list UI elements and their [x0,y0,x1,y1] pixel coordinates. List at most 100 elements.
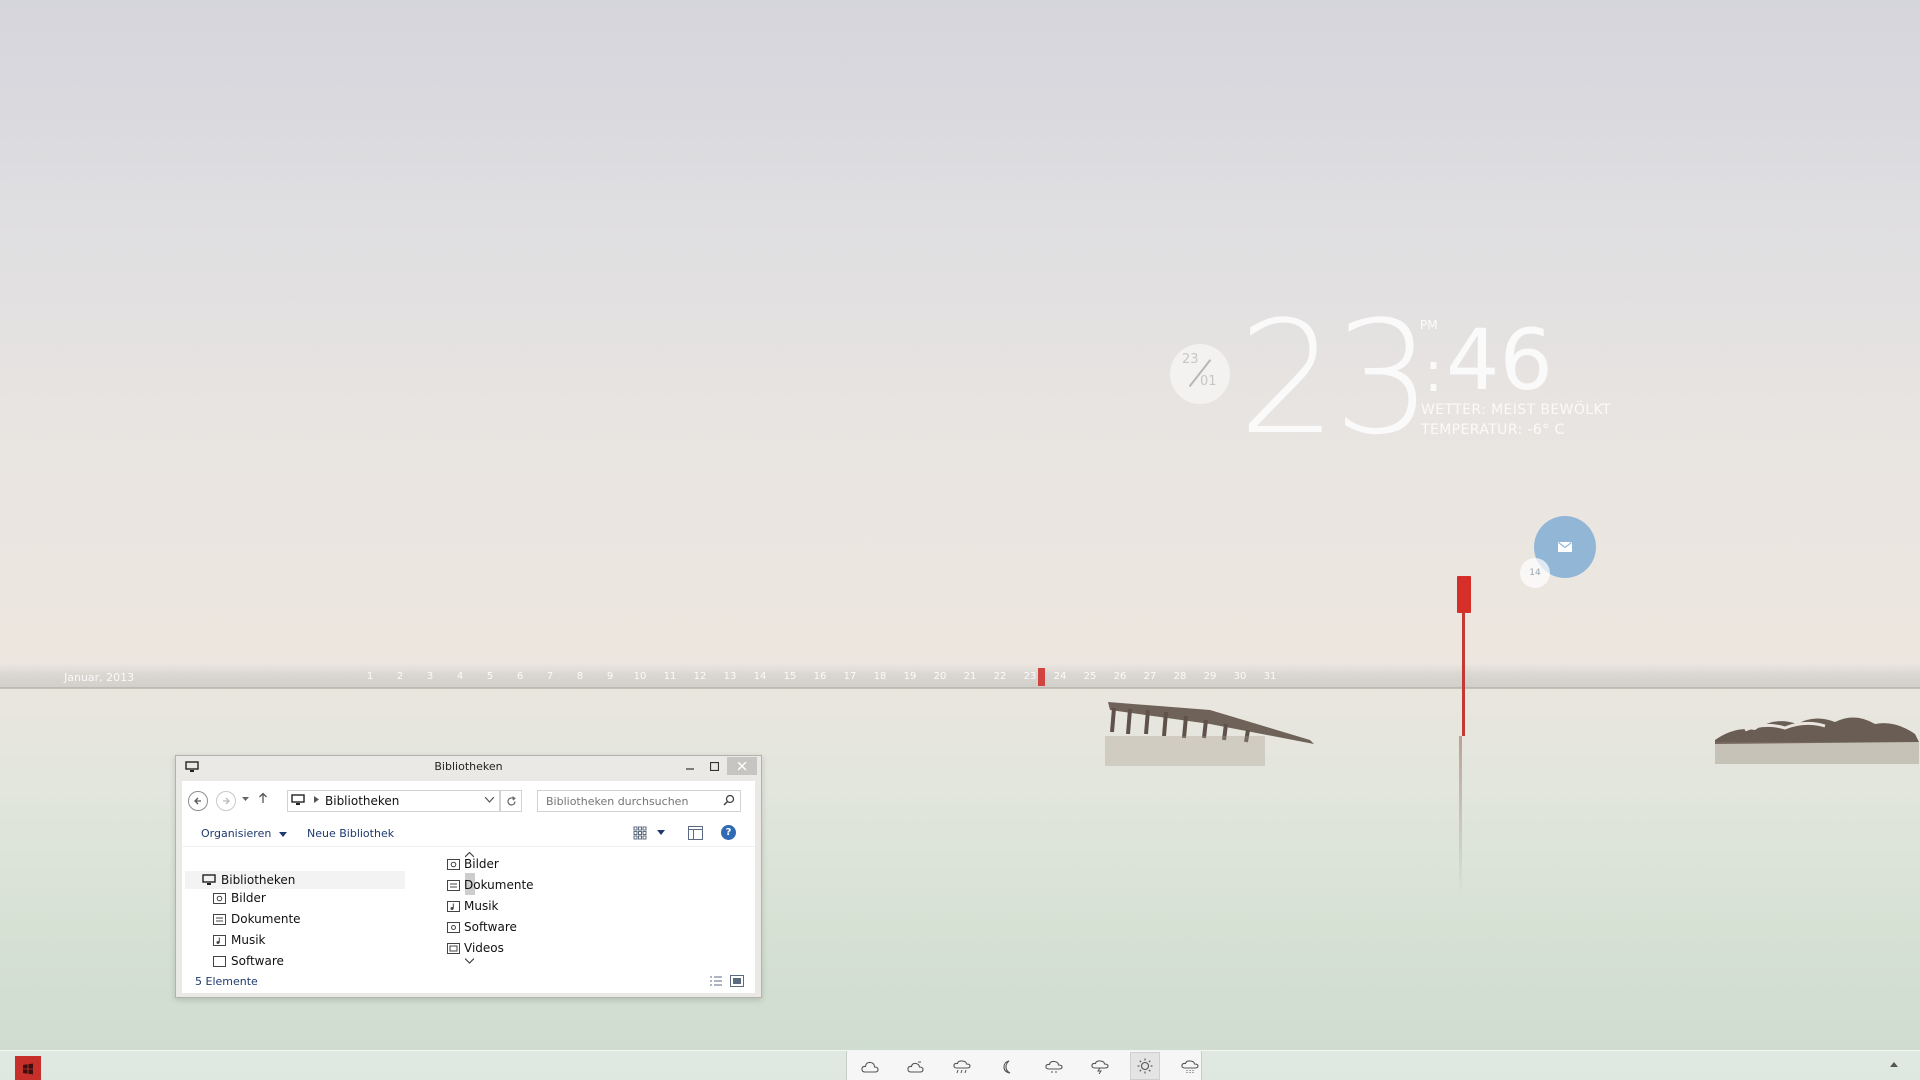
address-dropdown-icon[interactable] [484,796,495,806]
tree-item-music[interactable]: Musik [213,931,266,949]
calendar-day[interactable]: 29 [1195,671,1225,682]
tree-item-libraries[interactable]: Bibliotheken [185,871,405,889]
show-hidden-icons-button[interactable] [1890,1060,1898,1070]
explorer-window[interactable]: Bibliotheken Bibliotheken Bibliotheken d… [175,755,762,998]
file-name: Videos [464,941,504,955]
videos-library-icon [447,943,460,954]
weather-button[interactable] [901,1057,931,1077]
calendar-day[interactable]: 12 [685,671,715,682]
date-day: 23 [1182,352,1199,367]
calendar-day[interactable]: 3 [415,671,445,682]
weather-button[interactable] [1085,1057,1115,1077]
tree-item-pictures[interactable]: Bilder [213,889,266,907]
date-circle: 23 01 [1170,344,1230,404]
view-options-icon[interactable] [633,826,647,840]
weather-button[interactable] [1175,1057,1205,1077]
rocks-image [1715,717,1919,764]
search-input[interactable] [537,790,741,812]
calendar-day[interactable]: 8 [565,671,595,682]
calendar-day[interactable]: 25 [1075,671,1105,682]
red-buoy-flag [1457,576,1471,613]
calendar-day[interactable]: 24 [1045,671,1075,682]
calendar-day[interactable]: 6 [505,671,535,682]
window-title: Bibliotheken [434,760,503,773]
close-button[interactable] [727,757,757,775]
tree-item-label: Musik [231,933,266,947]
calendar-day[interactable]: 4 [445,671,475,682]
calendar-day[interactable]: 16 [805,671,835,682]
calendar-day[interactable]: 5 [475,671,505,682]
start-button[interactable] [15,1056,41,1080]
mail-icon [1558,542,1572,552]
mail-count-badge: 14 [1520,558,1550,588]
calendar-day[interactable]: 2 [385,671,415,682]
back-button[interactable] [188,791,208,811]
calendar-day[interactable]: 9 [595,671,625,682]
date-month: 01 [1200,374,1217,389]
calendar-day[interactable]: 14 [745,671,775,682]
calendar-day[interactable]: 28 [1165,671,1195,682]
calendar-day[interactable]: 20 [925,671,955,682]
weather-button[interactable] [947,1057,977,1077]
maximize-button[interactable] [702,757,726,775]
scroll-down-icon[interactable] [464,957,475,967]
calendar-day[interactable]: 1 [355,671,385,682]
calendar-day[interactable]: 19 [895,671,925,682]
command-bar: Organisieren Neue Bibliothek ? [182,819,755,847]
calendar-day[interactable]: 31 [1255,671,1285,682]
calendar-day[interactable]: 23 [1015,671,1045,682]
clock-colon: : [1424,340,1443,405]
calendar-day[interactable]: 26 [1105,671,1135,682]
calendar-day[interactable]: 30 [1225,671,1255,682]
clock-minute: 46 [1446,311,1553,409]
details-view-icon[interactable] [709,975,723,987]
calendar-day[interactable]: 15 [775,671,805,682]
organize-button[interactable]: Organisieren [201,827,287,840]
tree-item-label: Bibliotheken [221,873,296,887]
list-item[interactable]: Dokumente [447,876,567,894]
tree-item-software[interactable]: Software [213,952,284,970]
chevron-down-icon [278,832,287,837]
help-button[interactable]: ? [721,825,736,840]
new-library-button[interactable]: Neue Bibliothek [307,827,394,840]
recent-locations-button[interactable] [242,795,249,804]
file-name: Software [464,920,517,934]
weather-button[interactable] [855,1057,885,1077]
rain-icon [953,1060,971,1074]
minimize-button[interactable] [678,757,702,775]
horizon-line [0,688,1920,689]
list-item[interactable]: Bilder [447,855,567,873]
calendar-day[interactable]: 22 [985,671,1015,682]
preview-pane-icon[interactable] [688,826,703,840]
view-dropdown-icon[interactable] [657,828,665,837]
arrow-right-icon [223,797,230,805]
red-buoy-pole [1462,612,1465,736]
weather-button-active[interactable] [1130,1052,1160,1080]
weather-button[interactable] [993,1057,1023,1077]
snow-icon [1181,1060,1199,1073]
large-icons-view-icon[interactable] [730,975,744,987]
music-library-icon [213,935,226,946]
search-icon[interactable] [723,794,735,806]
navigation-tree: Bibliotheken Bilder Dokumente Musik Soft… [182,851,422,970]
forward-button[interactable] [216,791,236,811]
weather-condition: WETTER: MEIST BEWÖLKT [1421,402,1611,418]
calendar-day[interactable]: 11 [655,671,685,682]
calendar-day[interactable]: 27 [1135,671,1165,682]
refresh-button[interactable] [500,790,522,812]
weather-button[interactable] [1039,1057,1069,1077]
up-button[interactable] [258,792,268,808]
chevron-up-icon [1890,1062,1898,1067]
list-item[interactable]: Musik [447,897,567,915]
calendar-day[interactable]: 7 [535,671,565,682]
calendar-day[interactable]: 18 [865,671,895,682]
calendar-day[interactable]: 10 [625,671,655,682]
calendar-day[interactable]: 13 [715,671,745,682]
list-item[interactable]: Software [447,918,567,936]
tree-item-documents[interactable]: Dokumente [213,910,301,928]
address-bar[interactable]: Bibliotheken [287,790,500,812]
calendar-day[interactable]: 17 [835,671,865,682]
list-item[interactable]: Videos [447,939,567,957]
calendar-day[interactable]: 21 [955,671,985,682]
cloudy-night-icon [1045,1060,1063,1073]
